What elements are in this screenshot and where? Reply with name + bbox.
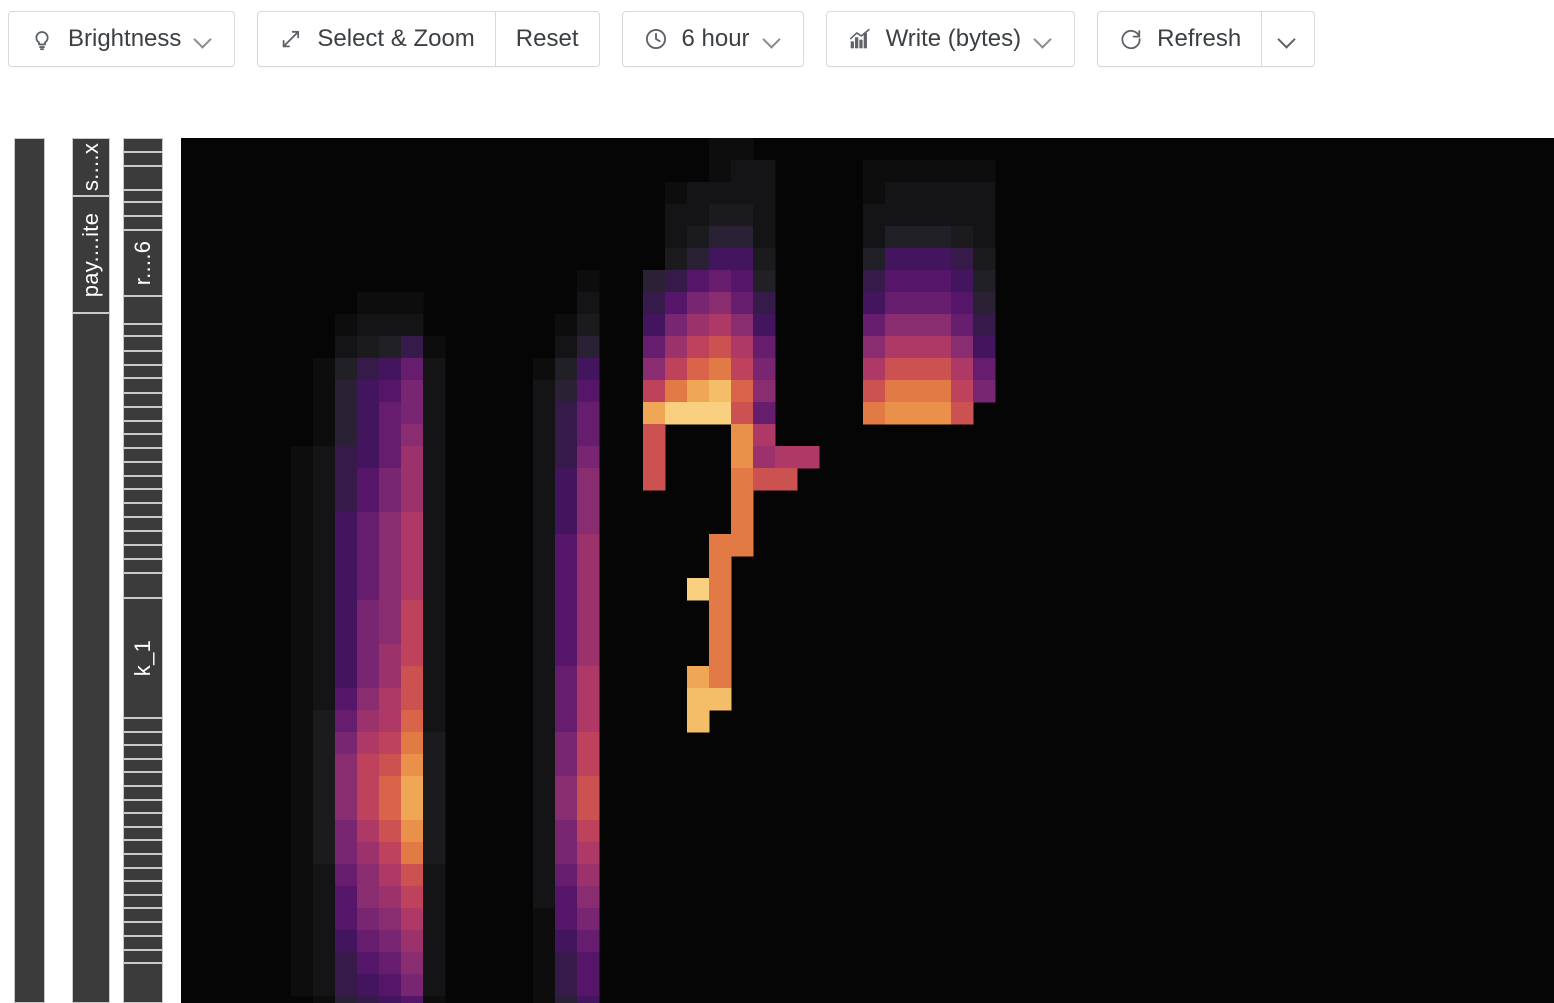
- hierarchy-cell[interactable]: [123, 759, 163, 772]
- metric-button[interactable]: Write (bytes): [827, 12, 1075, 66]
- hierarchy-cell[interactable]: [123, 531, 163, 545]
- clock-icon: [643, 26, 669, 52]
- reset-button-label: Reset: [515, 25, 579, 52]
- select-and-zoom-button-label: Select & Zoom: [317, 25, 475, 52]
- chevron-down-icon: [763, 29, 783, 49]
- hierarchy-cell[interactable]: [123, 407, 163, 421]
- hierarchy-cell[interactable]: [123, 908, 163, 922]
- heatmap-chart-area: s....x pay....ite r....6 k_1: [0, 138, 1554, 1003]
- refresh-group: Refresh: [1097, 11, 1316, 67]
- reset-button[interactable]: Reset: [496, 12, 599, 66]
- select-and-zoom-button[interactable]: Select & Zoom: [258, 12, 494, 66]
- refresh-button[interactable]: Refresh: [1098, 12, 1261, 66]
- expand-arrows-icon: [278, 26, 304, 52]
- hierarchy-cell[interactable]: [123, 950, 163, 963]
- chevron-down-icon: [194, 29, 214, 49]
- hier-col-level3: r....6 k_1: [123, 138, 163, 1003]
- hierarchy-cell[interactable]: [123, 503, 163, 517]
- metric-group: Write (bytes): [825, 11, 1076, 67]
- hierarchy-cell[interactable]: [123, 573, 163, 598]
- hierarchy-cell[interactable]: [123, 324, 163, 336]
- heatmap-canvas[interactable]: [181, 138, 1554, 1003]
- lightbulb-icon: [29, 26, 55, 52]
- chevron-down-icon: [1034, 29, 1054, 49]
- hierarchy-cell-label: pay....ite: [78, 212, 103, 297]
- hierarchy-cell[interactable]: [123, 365, 163, 378]
- hierarchy-cell[interactable]: [123, 202, 163, 216]
- hierarchy-cell[interactable]: pay....ite: [72, 196, 110, 313]
- hierarchy-cell[interactable]: k_1: [123, 598, 163, 718]
- refresh-icon: [1118, 26, 1144, 52]
- hierarchy-cell[interactable]: [123, 517, 163, 531]
- hierarchy-cell[interactable]: [123, 827, 163, 840]
- hier-col-level2: s....x pay....ite: [72, 138, 110, 1003]
- hierarchy-cell[interactable]: [123, 963, 163, 1003]
- hierarchy-cell[interactable]: [123, 559, 163, 573]
- hierarchy-cell[interactable]: [123, 393, 163, 407]
- hierarchy-cell[interactable]: [123, 868, 163, 881]
- hierarchy-cell[interactable]: [123, 336, 163, 351]
- hierarchy-cell[interactable]: [123, 138, 163, 152]
- hierarchy-cell-label: k_1: [130, 639, 155, 677]
- hierarchy-cell[interactable]: [123, 296, 163, 324]
- hierarchy-cell[interactable]: [123, 545, 163, 559]
- bar-chart-icon: [847, 26, 873, 52]
- time-range-group: 6 hour: [621, 11, 804, 67]
- hierarchy-cell-label: r....6: [130, 240, 155, 286]
- hierarchy-cell[interactable]: [123, 922, 163, 936]
- hierarchy-cell[interactable]: [123, 881, 163, 895]
- hierarchy-cell[interactable]: [123, 745, 163, 759]
- toolbar: Brightness Select & Zoom Reset 6 hour Write …: [0, 0, 1554, 78]
- brightness-button[interactable]: Brightness: [9, 12, 234, 66]
- hierarchy-cell[interactable]: [123, 462, 163, 476]
- hierarchy-cell[interactable]: r....6: [123, 230, 163, 296]
- hierarchy-cell[interactable]: [123, 854, 163, 868]
- hierarchy-cell[interactable]: [123, 813, 163, 827]
- brightness-button-label: Brightness: [68, 25, 182, 52]
- hierarchy-cell[interactable]: [123, 152, 163, 166]
- time-range-button[interactable]: 6 hour: [623, 12, 803, 66]
- time-range-button-label: 6 hour: [681, 25, 750, 52]
- hierarchy-cell[interactable]: [123, 489, 163, 503]
- hierarchy-cell[interactable]: [123, 476, 163, 489]
- hierarchy-cell[interactable]: [123, 421, 163, 434]
- hierarchy-cell[interactable]: [123, 786, 163, 800]
- hierarchy-cell[interactable]: [123, 800, 163, 813]
- hierarchy-cell[interactable]: [14, 138, 45, 1003]
- hierarchy-cell[interactable]: [123, 718, 163, 732]
- hierarchy-cell[interactable]: [123, 732, 163, 745]
- refresh-button-label: Refresh: [1157, 25, 1242, 52]
- hierarchy-cell[interactable]: [123, 448, 163, 462]
- hierarchy-cell[interactable]: [123, 190, 163, 202]
- zoom-group: Select & Zoom Reset: [257, 11, 600, 67]
- refresh-options-button[interactable]: [1262, 12, 1314, 66]
- hier-col-root: [14, 138, 45, 1003]
- hierarchy-cell-label: s....x: [78, 142, 103, 192]
- hierarchy-cell[interactable]: [123, 351, 163, 365]
- hierarchy-cell[interactable]: [123, 936, 163, 950]
- hierarchy-cell[interactable]: [123, 216, 163, 230]
- hierarchy-cell[interactable]: [123, 166, 163, 190]
- hierarchy-cell[interactable]: [123, 895, 163, 908]
- hierarchy-cell[interactable]: [123, 772, 163, 786]
- brightness-group: Brightness: [8, 11, 236, 67]
- chevron-down-icon: [1278, 29, 1298, 49]
- hierarchy-cell[interactable]: [123, 434, 163, 448]
- hierarchy-cell[interactable]: [72, 313, 110, 1003]
- hierarchy-cell[interactable]: [123, 840, 163, 854]
- metric-button-label: Write (bytes): [885, 25, 1022, 52]
- hierarchy-cell[interactable]: s....x: [72, 138, 110, 196]
- hierarchy-cell[interactable]: [123, 378, 163, 393]
